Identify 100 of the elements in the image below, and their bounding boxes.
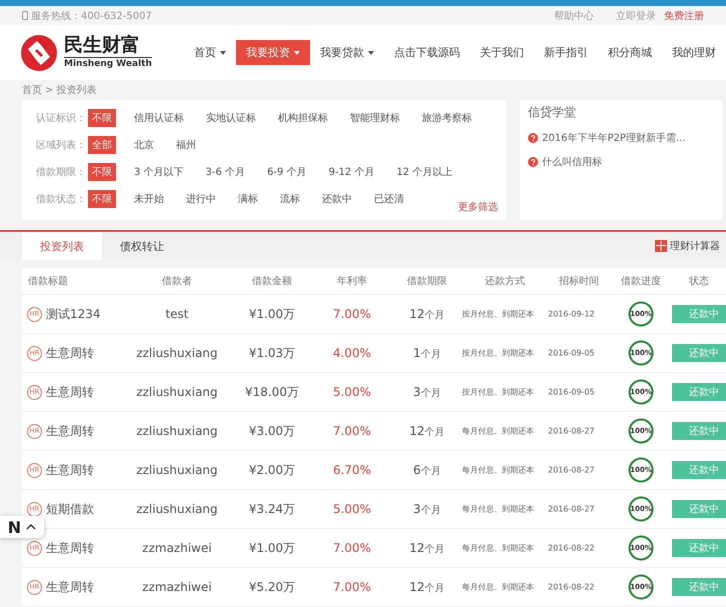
loan-title[interactable]: 测试1234 — [46, 306, 101, 322]
filter-label: 借款期限： — [36, 166, 87, 178]
rate-cell-text: 5.00% — [332, 502, 372, 516]
loan-title[interactable]: 生意周转 — [46, 422, 94, 440]
rate-cell-text: 7.00% — [332, 307, 372, 321]
tab[interactable]: 投资列表 — [22, 232, 102, 260]
amount-cell-text: ¥1.03万 — [248, 344, 296, 362]
nav-item[interactable]: 点击下载源码 — [384, 40, 470, 65]
column-header: 借款期限 — [406, 274, 448, 288]
borrower-cell-text: zzmazhiwei — [141, 541, 213, 555]
filter-option[interactable]: 流标 — [276, 190, 304, 208]
period-cell-text: 6个月 — [412, 462, 442, 478]
phone-icon — [22, 11, 28, 20]
date-cell-text: 2016-08-22 — [548, 582, 596, 592]
filter-option[interactable]: 未开始 — [130, 190, 168, 208]
loan-title[interactable]: 生意周转 — [46, 540, 94, 556]
filter-option[interactable]: 北京 — [130, 136, 158, 154]
filter-option[interactable]: 全部 — [88, 136, 116, 154]
column-header: 还款方式 — [484, 274, 526, 288]
filter-option[interactable]: 不限 — [88, 190, 116, 208]
period-cell-text: 12个月 — [408, 306, 446, 322]
repayment-cell-text: 按月付息、到期还本 — [462, 348, 531, 359]
date-cell-text: 2016-08-27 — [548, 504, 596, 514]
floating-widget[interactable]: N — [0, 516, 44, 538]
borrower-cell-text: zzliushuxiang — [135, 385, 219, 399]
column-header: 状态 — [688, 274, 710, 288]
borrower-cell-text: zzliushuxiang — [135, 424, 219, 438]
loan-title[interactable]: 生意周转 — [46, 344, 94, 362]
amount-cell-text: ¥1.00万 — [248, 540, 296, 556]
nav-item[interactable]: 首页 — [184, 40, 236, 65]
filter-option[interactable]: 智能理财标 — [346, 108, 404, 126]
nav-item[interactable]: 我要贷款 — [310, 40, 384, 65]
borrower-cell-text: zzliushuxiang — [135, 463, 219, 477]
rate-cell-text: 7.00% — [332, 580, 372, 594]
period-cell-text: 12个月 — [408, 540, 446, 556]
nav-item[interactable]: 积分商城 — [598, 40, 662, 65]
period-cell-text: 12个月 — [408, 424, 446, 438]
repayment-cell-text: 每月付息、到期还本 — [462, 504, 531, 515]
filter-option[interactable]: 9-12 个月 — [324, 162, 378, 180]
repayment-cell-text: 每月付息、到期还本 — [462, 582, 531, 593]
amount-cell-text: ¥1.00万 — [248, 306, 296, 322]
filter-option[interactable]: 旅游考察标 — [418, 108, 476, 126]
nav-item[interactable]: 我的理财 — [662, 40, 726, 65]
filter-option[interactable]: 12 个月以上 — [392, 162, 456, 180]
date-cell-text: 2016-09-05 — [548, 388, 596, 396]
column-header: 年利率 — [336, 274, 368, 288]
loan-title[interactable]: 短期借款 — [46, 500, 94, 518]
filter-option[interactable]: 不限 — [88, 162, 116, 180]
filter-option[interactable]: 还款中 — [318, 190, 356, 208]
period-cell-text: 12个月 — [408, 580, 446, 594]
column-header: 借款进度 — [620, 274, 662, 288]
loan-title[interactable]: 生意周转 — [46, 578, 94, 596]
filter-option[interactable]: 6-9 个月 — [263, 162, 311, 180]
amount-cell-text: ¥18.00万 — [244, 384, 300, 400]
logo-subtitle: Minsheng Wealth — [64, 57, 152, 69]
loan-title[interactable]: 生意周转 — [46, 462, 94, 478]
filter-option[interactable]: 实地认证标 — [202, 108, 260, 126]
amount-cell-text: ¥5.20万 — [248, 578, 296, 596]
filter-option[interactable]: 福州 — [172, 136, 200, 154]
filter-option[interactable]: 信用认证标 — [130, 108, 188, 126]
date-cell-text: 2016-08-22 — [548, 544, 596, 552]
rate-cell-text: 7.00% — [332, 541, 372, 555]
article-link[interactable]: 2016年下半年P2P理财新手需... — [528, 131, 714, 145]
filter-option[interactable]: 3 个月以下 — [130, 162, 188, 180]
filter-option[interactable]: 已还清 — [370, 190, 408, 208]
logo-icon — [20, 34, 58, 72]
calculator-link[interactable]: 理财计算器 — [655, 232, 720, 260]
filter-label: 借款状态： — [36, 192, 87, 206]
more-filters-link[interactable]: 更多筛选 — [458, 200, 498, 214]
filter-option[interactable]: 满标 — [234, 190, 262, 208]
date-cell-text: 2016-09-05 — [548, 348, 596, 358]
repayment-cell-text: 每月付息、到期还本 — [462, 465, 531, 476]
calculator-icon — [655, 240, 667, 252]
nav-item[interactable]: 关于我们 — [470, 40, 534, 65]
filter-option[interactable]: 进行中 — [182, 190, 220, 208]
amount-cell-text: ¥3.00万 — [248, 422, 296, 440]
rate-cell-text: 5.00% — [332, 385, 372, 399]
filter-label: 认证标识： — [36, 112, 87, 124]
filter-option[interactable]: 机构担保标 — [274, 108, 332, 126]
filter-option[interactable]: 不限 — [88, 108, 116, 126]
column-header: 借款标题 — [27, 274, 69, 288]
question-icon — [528, 157, 538, 167]
nav-item[interactable]: 新手指引 — [534, 40, 598, 65]
borrower-cell-text: zzliushuxiang — [135, 502, 219, 516]
panel-title: 信贷学堂 — [528, 104, 577, 121]
date-cell-text: 2016-09-12 — [548, 310, 596, 318]
repayment-cell-text: 每月付息、到期还本 — [462, 543, 531, 554]
article-link[interactable]: 什么叫信用标 — [528, 155, 714, 169]
period-cell-text: 3个月 — [412, 384, 442, 400]
top-link[interactable]: 免费注册 — [664, 8, 704, 22]
filter-option[interactable]: 3-6 个月 — [202, 162, 250, 180]
tab[interactable]: 债权转让 — [102, 232, 182, 260]
nav-item[interactable]: 我要投资 — [236, 40, 310, 65]
filter-label: 区域列表： — [36, 138, 87, 152]
rate-cell-text: 4.00% — [332, 346, 372, 360]
column-header: 招标时间 — [558, 274, 600, 288]
column-header: 借款者 — [161, 274, 193, 288]
period-cell-text: 3个月 — [412, 502, 442, 516]
chevron-up-icon — [26, 524, 36, 530]
loan-title[interactable]: 生意周转 — [46, 384, 94, 400]
